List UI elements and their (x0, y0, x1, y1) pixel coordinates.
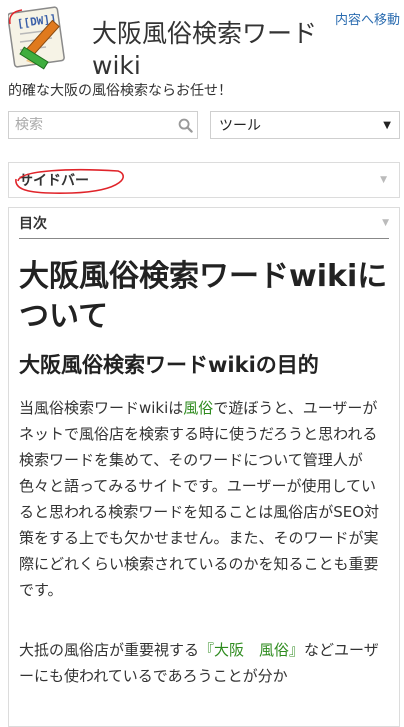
sidebar-panel: サイドバー ▼ (8, 162, 400, 198)
skip-to-content-link[interactable]: 内容へ移動 (335, 9, 400, 28)
search-box (8, 111, 198, 139)
search-input[interactable] (9, 117, 173, 133)
text-span: で遊ぼうと、ユーザーがネットで風俗店を検索する時に使うだろうと思われる検索ワード… (19, 399, 380, 599)
tools-dropdown-value: ツール (219, 118, 261, 134)
toc-toggle[interactable]: 目次 ▼ (19, 208, 389, 239)
search-icon[interactable] (173, 118, 197, 133)
sidebar-title: サイドバー (19, 173, 89, 189)
collapse-triangle-icon: ▼ (382, 218, 389, 228)
text-span: 当風俗検索ワードwikiは (19, 399, 184, 417)
site-logo[interactable]: [[DW]] (7, 4, 84, 78)
tools-dropdown[interactable]: ツール ▼ (210, 111, 400, 139)
site-tagline: 的確な大阪の風俗検索ならお任せ！ (8, 83, 232, 99)
toc-title: 目次 (19, 216, 47, 232)
text-span: 大抵の風俗店が重要視する (19, 641, 200, 659)
sidebar-toggle[interactable]: サイドバー ▼ (9, 163, 399, 197)
page-title: 大阪風俗検索ワードwikiについて (19, 259, 388, 334)
collapse-triangle-icon: ▼ (380, 175, 387, 185)
article-content: 大阪風俗検索ワードwikiについて 大阪風俗検索ワードwikiの目的 当風俗検索… (9, 257, 399, 689)
osaka-fuzoku-link[interactable]: 『大阪 風俗』 (199, 641, 304, 659)
main-content-panel: 目次 ▼ 大阪風俗検索ワードwikiについて 大阪風俗検索ワードwikiの目的 … (8, 207, 400, 727)
dokuwiki-logo-icon: [[DW]] (7, 6, 65, 70)
chevron-down-icon: ▼ (383, 119, 391, 131)
intro-paragraph: 当風俗検索ワードwikiは風俗で遊ぼうと、ユーザーがネットで風俗店を検索する時に… (19, 395, 389, 603)
second-paragraph: 大抵の風俗店が重要視する『大阪 風俗』などユーザーにも使われているであろうことが… (19, 637, 389, 689)
fuzoku-link[interactable]: 風俗 (183, 399, 213, 417)
site-title[interactable]: 大阪風俗検索ワードwiki (92, 18, 332, 82)
section-heading: 大阪風俗検索ワードwikiの目的 (19, 353, 319, 377)
